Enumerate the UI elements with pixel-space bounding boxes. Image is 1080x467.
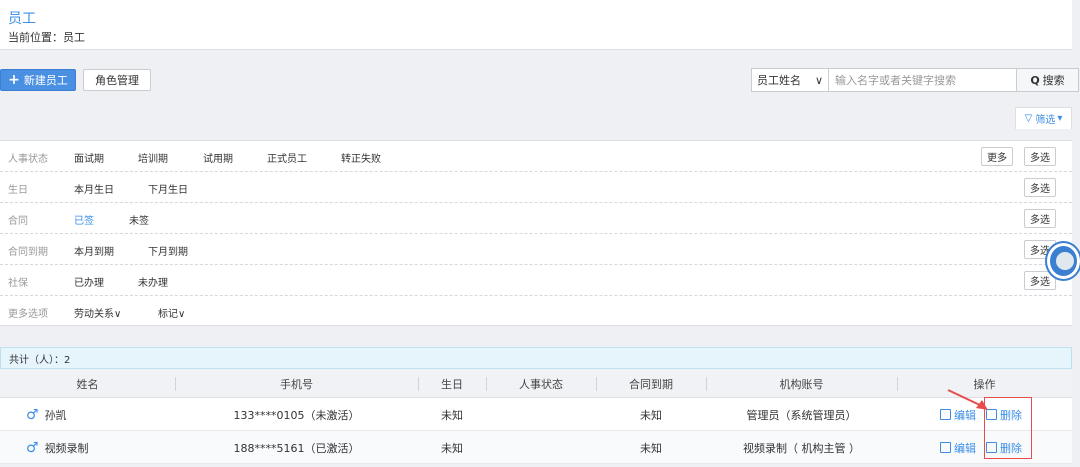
new-employee-button[interactable]: + 新建员工 xyxy=(0,69,76,91)
filter-option[interactable]: 下月生日 xyxy=(148,181,188,196)
filter-row-contract: 合同 已签 未签 多选 xyxy=(0,203,1072,234)
filter-option[interactable]: 已办理 xyxy=(74,274,104,289)
breadcrumb: 当前位置：员工 xyxy=(8,31,85,44)
table-row: ♂ 孙凯 133****0105（未激活） 未知 未知 管理员（系统管理员） 编… xyxy=(0,398,1072,431)
plus-icon: + xyxy=(8,72,20,88)
caret-down-icon: ▾ xyxy=(1057,113,1063,124)
filter-row-more-options: 更多选项 劳动关系∨ 标记∨ xyxy=(0,296,1072,327)
filter-option[interactable]: 转正失败 xyxy=(341,150,381,165)
filter-row-contract-due: 合同到期 本月到期 下月到期 多选 xyxy=(0,234,1072,265)
floating-assistant-button[interactable] xyxy=(1047,243,1080,279)
hr-status-cell xyxy=(486,398,596,431)
employee-name-link[interactable]: 视频录制 xyxy=(45,440,89,456)
filter-option[interactable]: 未签 xyxy=(129,212,149,227)
search-button[interactable]: Q 搜索 xyxy=(1017,68,1079,92)
phone-cell: 133****0105（未激活） xyxy=(233,408,360,422)
account-cell: 管理员（系统管理员） xyxy=(746,408,857,422)
search-field-select[interactable]: 员工姓名 ∨ xyxy=(751,68,829,92)
filter-row-birthday: 生日 本月生日 下月生日 多选 xyxy=(0,172,1072,203)
birthday-cell: 未知 xyxy=(441,441,463,455)
filter-row-social-security: 社保 已办理 未办理 多选 xyxy=(0,265,1072,296)
search-input[interactable]: 输入名字或者关键字搜索 xyxy=(829,68,1017,92)
phone-cell: 188****5161（已激活） xyxy=(233,441,360,455)
birthday-cell: 未知 xyxy=(441,408,463,422)
search-group: 员工姓名 ∨ 输入名字或者关键字搜索 Q 搜索 xyxy=(751,68,1079,92)
labor-relation-dropdown[interactable]: 劳动关系∨ xyxy=(74,305,121,320)
table-row: ♂ 视频录制 188****5161（已激活） 未知 未知 视频录制（ 机构主管… xyxy=(0,431,1072,464)
filter-label: 生日 xyxy=(8,185,28,196)
filter-toggle-button[interactable]: ▽ 筛选 ▾ xyxy=(1015,107,1072,129)
role-management-button[interactable]: 角色管理 xyxy=(83,69,151,91)
filter-option[interactable]: 本月到期 xyxy=(74,243,114,258)
filter-option[interactable]: 试用期 xyxy=(203,150,233,165)
filter-option[interactable]: 本月生日 xyxy=(74,181,114,196)
name-cell: ♂ 孙凯 xyxy=(26,398,175,431)
record-count: 共计（人）：2 xyxy=(0,347,1072,369)
filter-option[interactable]: 培训期 xyxy=(138,150,168,165)
filter-option[interactable]: 正式员工 xyxy=(267,150,307,165)
chevron-down-icon: ∨ xyxy=(814,73,823,87)
filter-option[interactable]: 面试期 xyxy=(74,150,104,165)
filter-row-hr-status: 人事状态 面试期 培训期 试用期 正式员工 转正失败 更多 多选 xyxy=(0,141,1072,172)
filter-option[interactable]: 下月到期 xyxy=(148,243,188,258)
hr-status-cell xyxy=(486,431,596,464)
edit-icon xyxy=(940,442,951,453)
filter-option-active[interactable]: 已签 xyxy=(74,212,94,227)
male-icon: ♂ xyxy=(26,439,39,456)
contract-due-cell: 未知 xyxy=(640,408,662,422)
search-icon: Q xyxy=(1030,73,1040,87)
search-field-value: 员工姓名 xyxy=(757,74,801,87)
more-button[interactable]: 更多 xyxy=(981,147,1013,166)
column-header-phone: 手机号 xyxy=(280,378,313,391)
assistant-avatar-icon xyxy=(1056,252,1074,270)
column-header-name: 姓名 xyxy=(76,378,99,391)
filter-label: 人事状态 xyxy=(8,154,48,165)
contract-due-cell: 未知 xyxy=(640,441,662,455)
multi-select-button[interactable]: 多选 xyxy=(1024,178,1056,197)
name-cell: ♂ 视频录制 xyxy=(26,431,175,464)
filter-toggle-label: 筛选 xyxy=(1035,115,1056,126)
tag-dropdown[interactable]: 标记∨ xyxy=(158,305,185,320)
column-header-contract-due: 合同到期 xyxy=(629,378,673,391)
filter-icon: ▽ xyxy=(1024,113,1033,124)
page-title: 员工 xyxy=(8,11,36,27)
page-header: 员工 当前位置：员工 xyxy=(0,0,1072,50)
employee-name-link[interactable]: 孙凯 xyxy=(45,407,67,423)
multi-select-button[interactable]: 多选 xyxy=(1024,147,1056,166)
filter-label: 合同 xyxy=(8,216,28,227)
table-header: 姓名 手机号 生日 人事状态 合同到期 机构账号 操作 xyxy=(0,370,1072,398)
account-cell: 视频录制（ 机构主管 ） xyxy=(743,441,860,455)
annotation-arrow-icon xyxy=(947,389,988,410)
filter-label: 合同到期 xyxy=(8,247,48,258)
multi-select-button[interactable]: 多选 xyxy=(1024,209,1056,228)
column-header-birthday: 生日 xyxy=(441,378,463,391)
filter-label: 更多选项 xyxy=(8,309,48,320)
edit-label: 编辑 xyxy=(954,441,976,455)
filter-label: 社保 xyxy=(8,278,28,289)
column-header-account: 机构账号 xyxy=(779,378,824,391)
edit-button[interactable]: 编辑 xyxy=(940,440,976,456)
search-button-label: 搜索 xyxy=(1042,74,1065,87)
new-employee-label: 新建员工 xyxy=(23,74,68,87)
filter-option[interactable]: 未办理 xyxy=(138,274,168,289)
employee-table: 姓名 手机号 生日 人事状态 合同到期 机构账号 操作 ♂ 孙凯 133****… xyxy=(0,370,1072,464)
male-icon: ♂ xyxy=(26,406,39,423)
column-header-hr-status: 人事状态 xyxy=(519,378,563,391)
filter-panel: 人事状态 面试期 培训期 试用期 正式员工 转正失败 更多 多选 生日 本月生日… xyxy=(0,140,1072,326)
